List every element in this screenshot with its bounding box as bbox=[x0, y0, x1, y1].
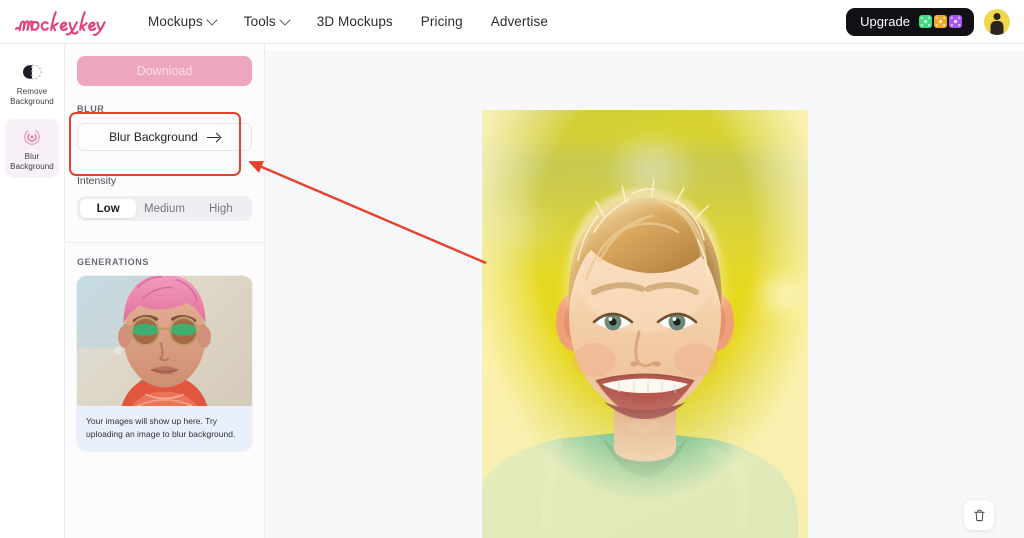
chevron-down-icon bbox=[206, 13, 218, 26]
trash-icon bbox=[973, 509, 985, 521]
swatch-orange-icon bbox=[934, 15, 947, 28]
blur-background-button-label: Blur Background bbox=[109, 130, 198, 144]
intensity-segmented-control: Low Medium High bbox=[77, 196, 252, 221]
workspace: Remove Background Blur Background Downloa bbox=[0, 44, 1024, 538]
panel-divider bbox=[65, 242, 264, 243]
blur-background-button[interactable]: Blur Background bbox=[77, 123, 252, 151]
remove-background-icon bbox=[21, 61, 43, 83]
generations-title: GENERATIONS bbox=[77, 257, 149, 267]
main-nav: Mockups Tools 3D Mockups Pricing Adverti… bbox=[134, 8, 562, 35]
avatar-body bbox=[990, 20, 1004, 35]
blur-section-title: BLUR bbox=[77, 104, 105, 114]
nav-item-label: Pricing bbox=[420, 14, 463, 29]
blur-section: BLUR Blur Background bbox=[77, 100, 252, 153]
nav-item-mockups[interactable]: Mockups bbox=[134, 8, 230, 35]
header-right-actions: Upgrade bbox=[846, 7, 1010, 36]
top-navigation-bar: Mockups Tools 3D Mockups Pricing Adverti… bbox=[0, 0, 1024, 44]
blur-background-icon bbox=[21, 126, 43, 148]
upgrade-button-label: Upgrade bbox=[860, 14, 910, 29]
uploaded-photo[interactable] bbox=[481, 110, 808, 538]
swatch-green-icon bbox=[919, 15, 932, 28]
tool-rail: Remove Background Blur Background bbox=[0, 44, 65, 538]
avatar-head bbox=[993, 12, 1001, 20]
intensity-option-medium[interactable]: Medium bbox=[136, 199, 192, 218]
arrow-right-icon bbox=[206, 133, 220, 142]
nav-item-tools[interactable]: Tools bbox=[230, 8, 303, 35]
delete-image-button[interactable] bbox=[964, 500, 994, 530]
sidebar-item-blur-background[interactable]: Blur Background bbox=[5, 119, 59, 178]
generations-empty-note: Your images will show up here. Try uploa… bbox=[77, 406, 252, 451]
nav-item-label: Advertise bbox=[490, 14, 548, 29]
intensity-option-low[interactable]: Low bbox=[80, 199, 137, 218]
intensity-label: Intensity bbox=[77, 175, 117, 187]
nav-item-label: Tools bbox=[243, 14, 276, 29]
nav-item-advertise[interactable]: Advertise bbox=[477, 8, 562, 35]
user-avatar[interactable] bbox=[984, 8, 1010, 35]
mockey-logo[interactable] bbox=[12, 5, 108, 39]
generations-card[interactable]: Your images will show up here. Try uploa… bbox=[77, 276, 252, 451]
nav-item-3d-mockups[interactable]: 3D Mockups bbox=[303, 8, 407, 35]
nav-item-label: Mockups bbox=[148, 14, 203, 29]
mockey-app-window: Mockups Tools 3D Mockups Pricing Adverti… bbox=[0, 0, 1024, 538]
nav-item-label: 3D Mockups bbox=[316, 14, 393, 29]
upgrade-button[interactable]: Upgrade bbox=[846, 7, 974, 36]
download-button[interactable]: Download bbox=[77, 56, 252, 86]
swatch-purple-icon bbox=[949, 15, 962, 28]
sidebar-item-remove-background[interactable]: Remove Background bbox=[5, 54, 59, 113]
generation-thumbnail[interactable] bbox=[77, 276, 252, 406]
editor-canvas bbox=[265, 51, 1024, 538]
intensity-section: Intensity Low Medium High bbox=[77, 175, 252, 221]
chevron-down-icon bbox=[279, 13, 291, 26]
nav-item-pricing[interactable]: Pricing bbox=[407, 8, 477, 35]
photo-subject bbox=[481, 110, 808, 538]
sidebar-item-label: Remove Background bbox=[10, 87, 54, 106]
intensity-option-high[interactable]: High bbox=[193, 199, 249, 218]
blur-settings-panel: Download BLUR Blur Background Intensity … bbox=[65, 44, 265, 538]
upgrade-sparkle-swatches bbox=[919, 15, 962, 28]
sidebar-item-label: Blur Background bbox=[10, 152, 54, 171]
